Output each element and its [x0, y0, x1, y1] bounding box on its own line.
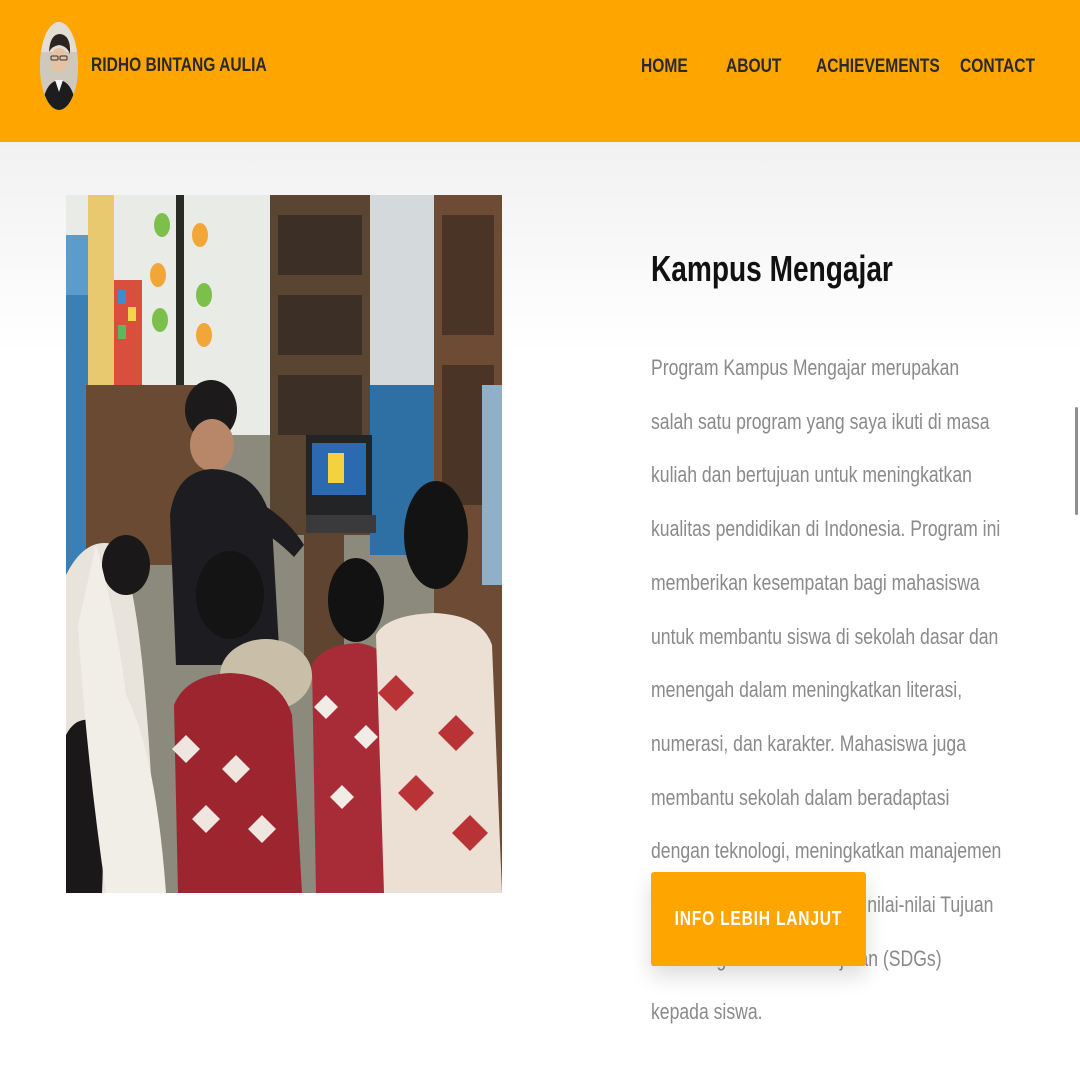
avatar[interactable] — [40, 22, 78, 110]
nav-link-achievements[interactable]: ACHIEVEMENTS — [816, 56, 940, 78]
activity-photo — [66, 195, 502, 893]
profile-photo — [40, 22, 78, 110]
more-info-button[interactable]: INFO LEBIH LANJUT — [651, 872, 866, 966]
classroom-photo-illustration — [66, 195, 502, 893]
section-title: Kampus Mengajar — [651, 248, 893, 289]
scrollbar-thumb[interactable] — [1075, 407, 1078, 515]
nav-link-about[interactable]: ABOUT — [726, 56, 781, 78]
more-info-button-label: INFO LEBIH LANJUT — [674, 907, 843, 930]
nav-link-home[interactable]: HOME — [641, 56, 688, 78]
nav-link-contact[interactable]: CONTACT — [960, 56, 1035, 78]
site-header: RIDHO BINTANG AULIA HOME ABOUT ACHIEVEME… — [0, 0, 1080, 142]
site-brand-name[interactable]: RIDHO BINTANG AULIA — [91, 55, 267, 77]
